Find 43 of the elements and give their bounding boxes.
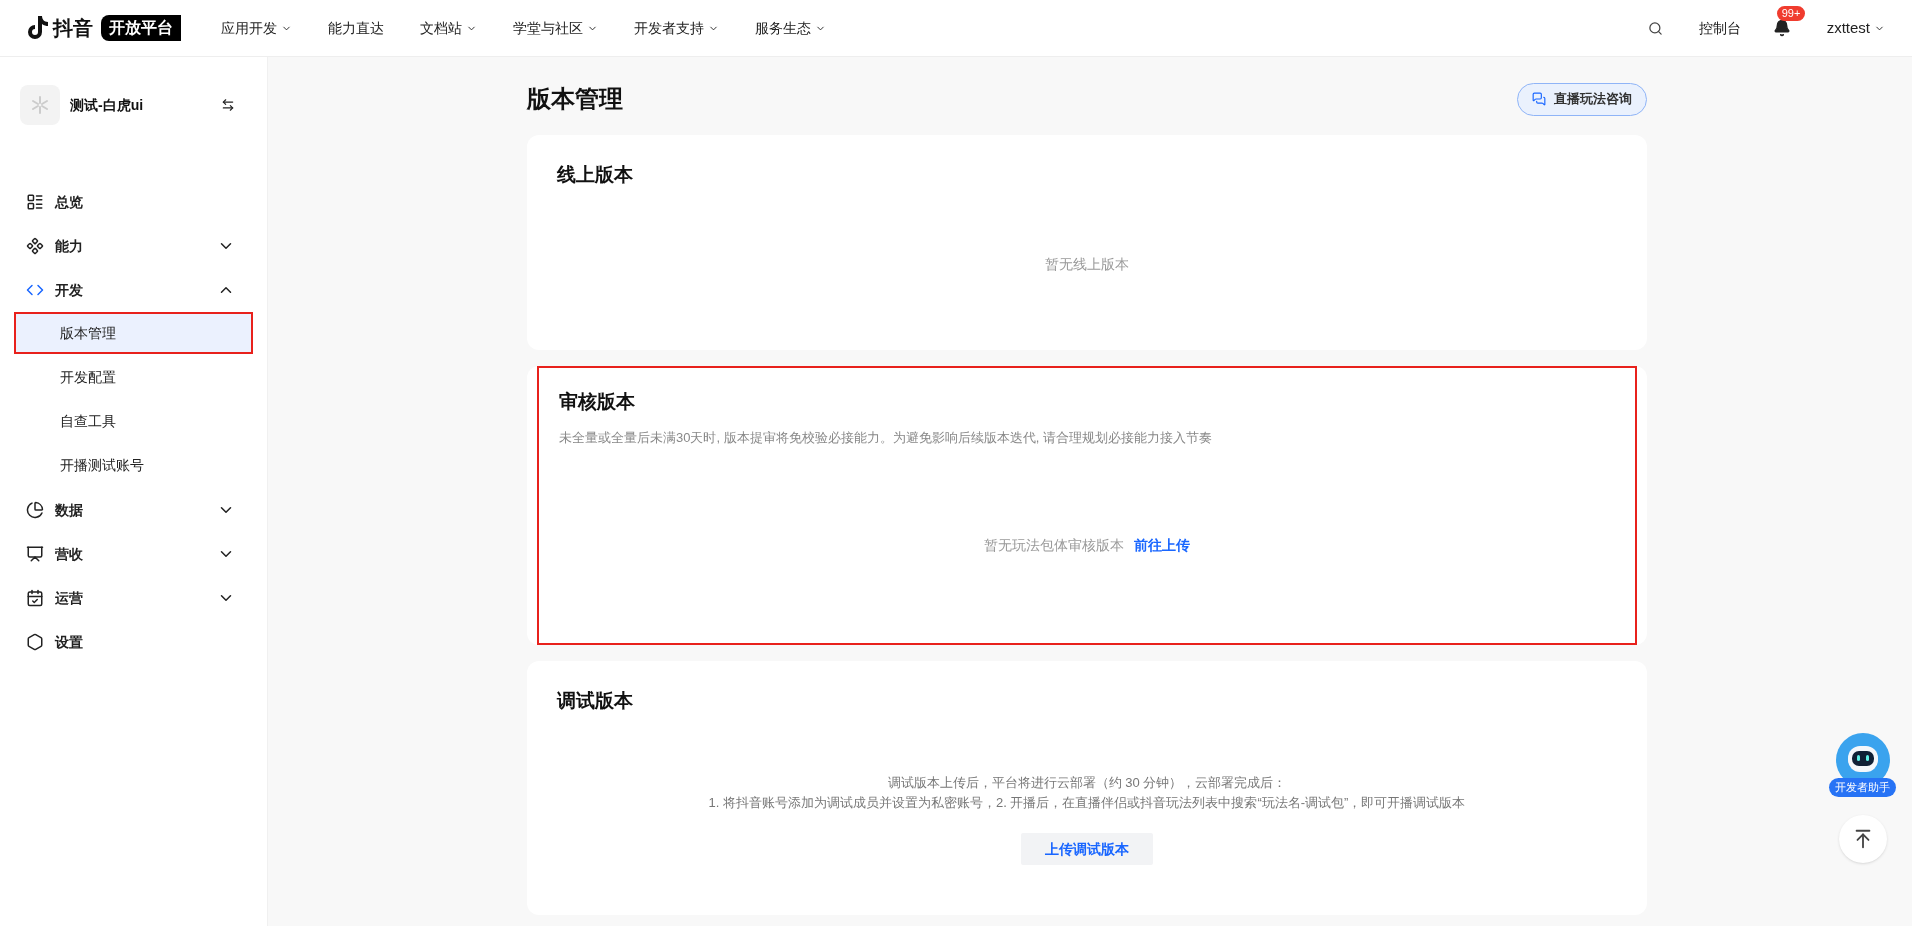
logo-text: 抖音: [53, 16, 93, 41]
sidebar-subitem[interactable]: 开播测试账号: [14, 444, 253, 486]
sidebar-item[interactable]: 设置: [0, 620, 267, 664]
section-note: 未全量或全量后未满30天时, 版本提审将免校验必接能力。为避免影响后续版本迭代, 请合理规划必接能力接入节奏: [559, 429, 1213, 447]
sidebar-item[interactable]: 总览: [0, 180, 267, 224]
nav-link[interactable]: 学堂与社区: [513, 17, 598, 39]
upload-debug-button[interactable]: 上传调试版本: [1021, 833, 1153, 865]
upload-link[interactable]: 前往上传: [1134, 534, 1190, 556]
empty-message: 暂无玩法包体审核版本: [984, 535, 1124, 555]
console-link[interactable]: 控制台: [1698, 17, 1741, 39]
section-title: 审核版本: [559, 389, 636, 414]
user-menu[interactable]: zxttest: [1826, 16, 1885, 40]
sidebar-subitem[interactable]: 开发配置: [14, 356, 253, 398]
logo-icon: [27, 15, 49, 41]
page-title: 版本管理: [527, 84, 623, 114]
nav-link[interactable]: 服务生态: [755, 17, 826, 39]
notification-badge: 99+: [1776, 6, 1806, 21]
chat-icon: [1532, 92, 1546, 106]
assistant-label[interactable]: 开发者助手: [1829, 778, 1896, 797]
nav-link[interactable]: 能力直达: [328, 17, 384, 39]
logo-tag: 开放平台: [101, 15, 181, 41]
app-avatar: [20, 85, 60, 125]
sidebar-item[interactable]: 运营: [0, 576, 267, 620]
nav-link[interactable]: 开发者支持: [634, 17, 719, 39]
bell-icon[interactable]: [1772, 19, 1791, 37]
app-name: 测试-白虎ui: [70, 95, 144, 115]
search-icon[interactable]: [1647, 20, 1663, 36]
sidebar-subitem[interactable]: 版本管理: [14, 312, 253, 354]
sidebar-item[interactable]: 数据: [0, 488, 267, 532]
back-to-top-button[interactable]: [1838, 814, 1887, 863]
sidebar-item[interactable]: 开发: [0, 268, 267, 312]
sidebar-item[interactable]: 能力: [0, 224, 267, 268]
sidebar-subitem[interactable]: 自查工具: [14, 400, 253, 442]
sidebar-item[interactable]: 营收: [0, 532, 267, 576]
empty-message: 暂无线上版本: [1045, 255, 1129, 274]
nav-link[interactable]: 文档站: [420, 17, 477, 39]
consult-button[interactable]: 直播玩法咨询: [1517, 82, 1647, 116]
instruction-text: 调试版本上传后，平台将进行云部署（约 30 分钟），云部署完成后：: [887, 774, 1287, 792]
switch-icon[interactable]: [221, 98, 235, 112]
section-title: 调试版本: [557, 688, 634, 713]
section-title: 线上版本: [557, 163, 634, 187]
nav-link[interactable]: 应用开发: [221, 17, 292, 39]
instruction-text: 1. 将抖音账号添加为调试成员并设置为私密账号，2. 开播后，在直播伴侣或抖音玩法列表中搜索“玩法名-调试包”，即可开播调试版本: [708, 794, 1466, 812]
